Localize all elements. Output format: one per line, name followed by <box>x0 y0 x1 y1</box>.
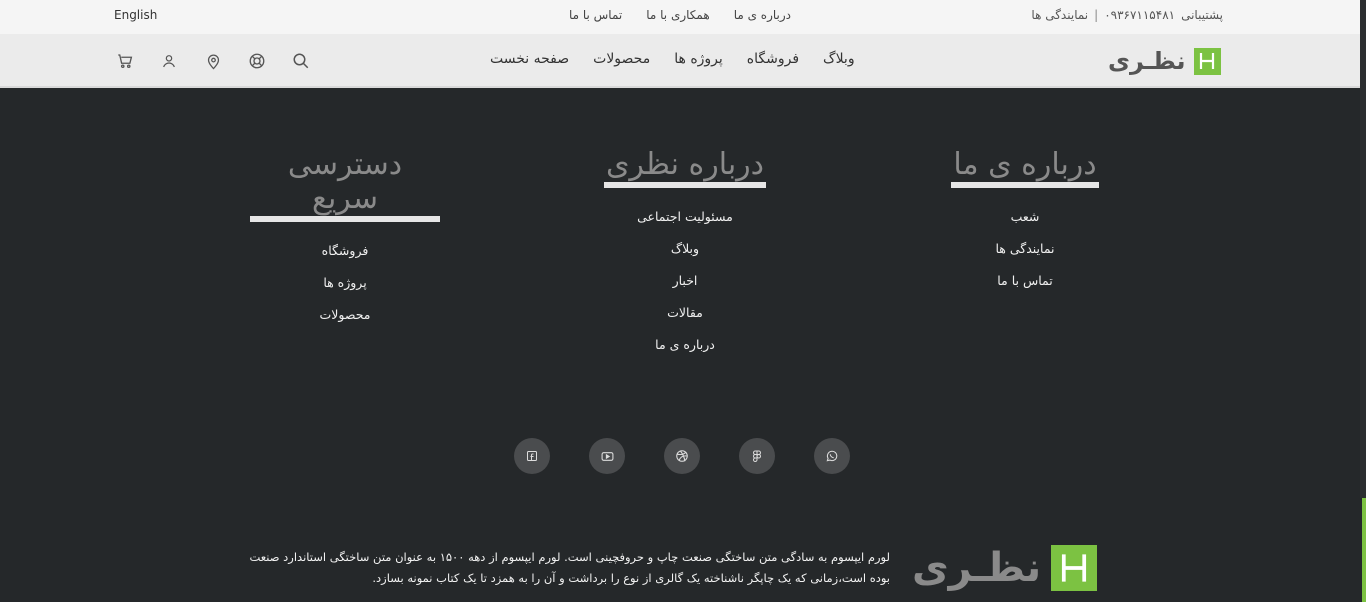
nav-shop[interactable]: فروشگاه <box>747 51 799 67</box>
logo-chair-icon <box>1193 47 1221 75</box>
agencies-link[interactable]: نمایندگی ها <box>1031 8 1088 22</box>
nav-blog[interactable]: وبلاگ <box>823 51 855 67</box>
main-header: صفحه نخست محصولات پروژه ها فروشگاه وبلاگ… <box>0 34 1366 88</box>
top-bar: English درباره ی ما همکاری با ما تماس با… <box>0 0 1366 34</box>
footer-column-about-nazari: درباره نظری مسئولیت اجتماعی وبلاگ اخبار … <box>600 148 770 368</box>
top-link-about[interactable]: درباره ی ما <box>734 8 791 22</box>
top-links: درباره ی ما همکاری با ما تماس با ما <box>560 8 800 22</box>
main-nav: صفحه نخست محصولات پروژه ها فروشگاه وبلاگ <box>490 51 855 67</box>
column-title: درباره نظری <box>603 148 767 188</box>
footer-link-projects[interactable]: پروژه ها <box>250 274 440 306</box>
dribbble-icon[interactable] <box>664 438 700 474</box>
footer-link-about-us[interactable]: درباره ی ما <box>600 336 770 368</box>
support-label: پشتیبانی <box>1181 8 1223 22</box>
footer-column-about: درباره ی ما شعب نمایندگی ها تماس با ما <box>950 148 1100 304</box>
support-info: پشتیبانی ۰۹۳۶۷۱۱۵۴۸۱ | نمایندگی ها <box>1031 8 1223 22</box>
footer-description: لورم ایپسوم به سادگی متن ساختگی صنعت چاپ… <box>249 550 890 585</box>
footer-logo-wordmark: نظـری <box>912 545 1042 591</box>
footer-link-shop[interactable]: فروشگاه <box>250 242 440 274</box>
language-switch[interactable]: English <box>114 8 157 22</box>
footer-link-agencies[interactable]: نمایندگی ها <box>950 240 1100 272</box>
social-links <box>514 438 850 474</box>
nav-products[interactable]: محصولات <box>593 51 650 67</box>
scrollbar-thumb[interactable] <box>1362 498 1366 602</box>
footer-logo[interactable]: نظـری <box>912 545 1098 591</box>
footer-link-contact[interactable]: تماس با ما <box>950 272 1100 304</box>
support-icon[interactable] <box>246 50 268 72</box>
search-icon[interactable] <box>290 50 312 72</box>
location-icon[interactable] <box>202 50 224 72</box>
cart-icon[interactable] <box>114 50 136 72</box>
header-logo[interactable]: نظـری <box>1108 47 1221 75</box>
scrollbar-track[interactable] <box>1360 0 1366 498</box>
footer-column-quick-access: دسترسی سریع فروشگاه پروژه ها محصولات <box>250 148 440 338</box>
footer-link-branches[interactable]: شعب <box>950 208 1100 240</box>
footer-link-news[interactable]: اخبار <box>600 272 770 304</box>
header-icons <box>114 50 312 72</box>
figma-icon[interactable] <box>739 438 775 474</box>
user-icon[interactable] <box>158 50 180 72</box>
footer-link-blog[interactable]: وبلاگ <box>600 240 770 272</box>
nav-home[interactable]: صفحه نخست <box>490 51 569 67</box>
footer-link-products[interactable]: محصولات <box>250 306 440 338</box>
footer-link-social-responsibility[interactable]: مسئولیت اجتماعی <box>600 208 770 240</box>
logo-wordmark: نظـری <box>1108 47 1186 75</box>
facebook-icon[interactable] <box>514 438 550 474</box>
column-title: درباره ی ما <box>951 148 1099 188</box>
top-link-contact[interactable]: تماس با ما <box>569 8 622 22</box>
support-phone[interactable]: ۰۹۳۶۷۱۱۵۴۸۱ <box>1104 8 1175 22</box>
separator: | <box>1094 8 1099 22</box>
column-title: دسترسی سریع <box>250 148 440 222</box>
footer-logo-chair-icon <box>1051 545 1098 591</box>
footer-link-articles[interactable]: مقالات <box>600 304 770 336</box>
nav-projects[interactable]: پروژه ها <box>674 51 723 67</box>
youtube-icon[interactable] <box>589 438 625 474</box>
whatsapp-icon[interactable] <box>814 438 850 474</box>
top-link-cooperation[interactable]: همکاری با ما <box>646 8 709 22</box>
